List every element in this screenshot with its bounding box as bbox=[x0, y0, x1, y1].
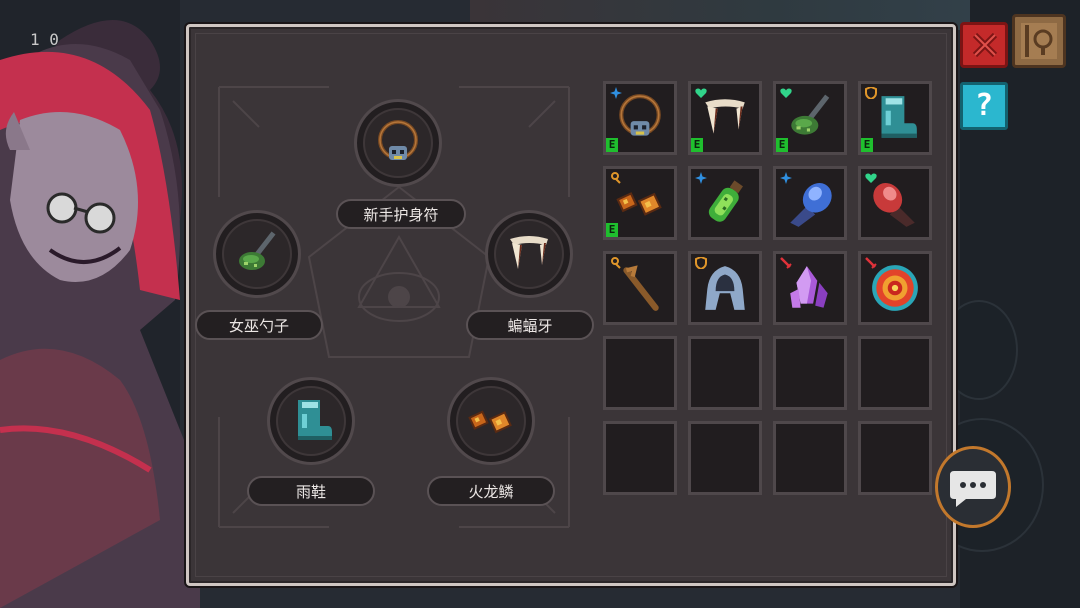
bat-fang-icon bbox=[504, 229, 554, 279]
equip-slot-spoon[interactable] bbox=[213, 210, 301, 298]
equip-slot-amulet[interactable] bbox=[354, 99, 442, 187]
inventory-panel: 新手护身符 女巫勺子 蝙蝠牙 雨鞋 火龙鳞 E E E E E bbox=[186, 24, 956, 586]
purple-crystal-icon bbox=[784, 262, 836, 314]
inventory-cell-empty[interactable] bbox=[603, 421, 677, 495]
journal-button[interactable] bbox=[1012, 14, 1066, 68]
rain-boots-icon bbox=[286, 396, 336, 446]
inventory-cell[interactable] bbox=[858, 251, 932, 325]
inventory-cell[interactable]: E bbox=[688, 81, 762, 155]
equip-label-amulet: 新手护身符 bbox=[336, 199, 466, 229]
equip-slot-fang[interactable] bbox=[485, 210, 573, 298]
equip-slot-scale[interactable] bbox=[447, 377, 535, 465]
equipped-tag: E bbox=[606, 223, 618, 237]
inventory-cell-empty[interactable] bbox=[773, 421, 847, 495]
equip-label-scale: 火龙鳞 bbox=[427, 476, 555, 506]
journal-book-icon bbox=[1021, 23, 1057, 59]
inventory-cell[interactable]: E bbox=[603, 166, 677, 240]
witch-npc-portrait bbox=[0, 20, 200, 608]
inventory-cell-empty[interactable] bbox=[603, 336, 677, 410]
inventory-cell-empty[interactable] bbox=[858, 421, 932, 495]
fire-dragon-scale-icon bbox=[466, 396, 516, 446]
inventory-cell[interactable] bbox=[773, 166, 847, 240]
equipped-tag: E bbox=[776, 138, 788, 152]
inventory-cell-empty[interactable] bbox=[688, 336, 762, 410]
help-button[interactable]: ? bbox=[960, 82, 1008, 130]
equipped-tag: E bbox=[606, 138, 618, 152]
target-eye-icon bbox=[869, 262, 921, 314]
blue-gauntlet-icon bbox=[784, 177, 836, 229]
close-x-icon bbox=[972, 32, 998, 58]
close-button[interactable] bbox=[960, 22, 1008, 68]
equip-label-fang: 蝙蝠牙 bbox=[466, 310, 594, 340]
inventory-cell-empty[interactable] bbox=[688, 421, 762, 495]
inventory-cell[interactable]: E bbox=[858, 81, 932, 155]
fire-dragon-scale-icon bbox=[614, 177, 666, 229]
inventory-cell-empty[interactable] bbox=[773, 336, 847, 410]
chat-bubble-icon bbox=[950, 471, 996, 507]
hood-cloak-icon bbox=[699, 262, 751, 314]
inventory-cell[interactable]: E bbox=[773, 81, 847, 155]
skull-amulet-icon bbox=[373, 118, 423, 168]
inventory-cell-empty[interactable] bbox=[858, 336, 932, 410]
witch-spoon-icon bbox=[232, 229, 282, 279]
chat-button[interactable] bbox=[935, 446, 1011, 528]
inventory-cell[interactable] bbox=[858, 166, 932, 240]
equipped-tag: E bbox=[861, 138, 873, 152]
question-icon: ? bbox=[974, 88, 994, 123]
red-gauntlet-icon bbox=[869, 177, 921, 229]
equip-label-boots: 雨鞋 bbox=[247, 476, 375, 506]
bat-fang-icon bbox=[699, 92, 751, 144]
equip-label-spoon: 女巫勺子 bbox=[195, 310, 323, 340]
inventory-cell[interactable]: E bbox=[603, 81, 677, 155]
skull-amulet-icon bbox=[614, 92, 666, 144]
wooden-stick-icon bbox=[614, 262, 666, 314]
inventory-cell[interactable] bbox=[688, 166, 762, 240]
equip-slot-boots[interactable] bbox=[267, 377, 355, 465]
green-potion-icon bbox=[699, 177, 751, 229]
rain-boots-icon bbox=[869, 92, 921, 144]
inventory-cell[interactable] bbox=[773, 251, 847, 325]
equipped-tag: E bbox=[691, 138, 703, 152]
witch-spoon-icon bbox=[784, 92, 836, 144]
inventory-cell[interactable] bbox=[603, 251, 677, 325]
inventory-cell[interactable] bbox=[688, 251, 762, 325]
